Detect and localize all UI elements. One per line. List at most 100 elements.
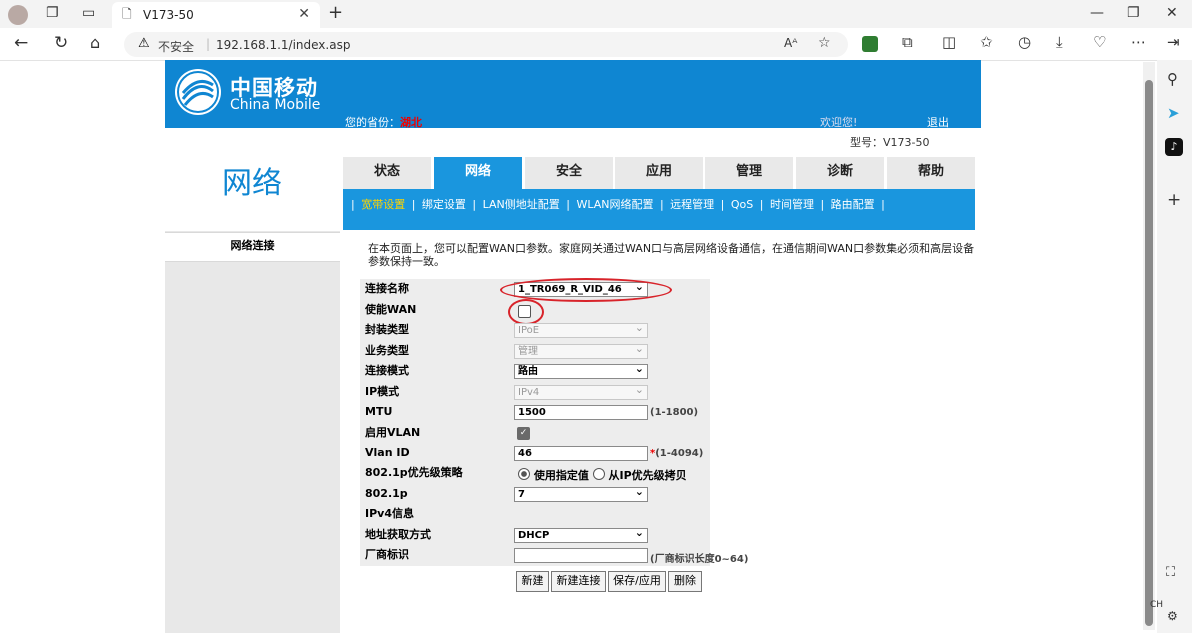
delete-button[interactable]: 删除 [668, 571, 702, 592]
welcome-text: 欢迎您! [820, 116, 858, 129]
save-apply-button[interactable]: 保存/应用 [608, 571, 666, 592]
history-icon[interactable]: ◷ [1018, 35, 1031, 50]
header-banner: 中国移动 China Mobile 您的省份：湖北 欢迎您! 退出 [165, 60, 981, 130]
vlan-label: 启用VLAN [365, 426, 421, 439]
restore-icon[interactable]: ❐ [1127, 6, 1140, 20]
subnav-broadband[interactable]: 宽带设置 [361, 198, 405, 211]
split-screen-icon[interactable]: ◫ [942, 35, 956, 50]
radio-specified-icon[interactable] [518, 468, 530, 480]
tab-actions-icon[interactable]: ▭ [82, 6, 95, 20]
section-title: 网络 [222, 166, 282, 201]
tab-title: V173-50 [143, 8, 194, 22]
encap-select[interactable]: IPoE [514, 321, 648, 338]
sidebar-item-network-connection[interactable]: 网络连接 [165, 232, 340, 262]
tab-diagnosis[interactable]: 诊断 [796, 157, 884, 189]
tab-application[interactable]: 应用 [615, 157, 703, 189]
vlanid-input[interactable]: 46 [514, 446, 648, 461]
downloads-icon[interactable]: ⤓ [1056, 35, 1063, 50]
tab-help[interactable]: 帮助 [887, 157, 975, 189]
addr-label: 地址获取方式 [365, 528, 431, 541]
vendor-label: 厂商标识 [365, 548, 409, 561]
subnav-route[interactable]: 路由配置 [831, 198, 875, 211]
ipv4-info-label: IPv4信息 [365, 507, 414, 520]
refresh-icon[interactable]: ↻ [54, 35, 68, 52]
close-window-icon[interactable]: ✕ [1166, 6, 1178, 20]
tab-security[interactable]: 安全 [525, 157, 613, 189]
customize-icon[interactable]: ⛶ [1166, 566, 1175, 579]
security-label: 不安全 [158, 40, 195, 54]
profile-avatar-icon[interactable] [8, 5, 28, 25]
vendor-hint: (厂商标识长度0~64) [650, 554, 749, 565]
subnav-binding[interactable]: 绑定设置 [422, 198, 466, 211]
scrollbar-thumb[interactable] [1145, 80, 1153, 626]
address-bar[interactable]: ⚠ 不安全 | 192.168.1.1/index.asp Aᴬ ☆ [124, 32, 848, 57]
vlanid-label: Vlan ID [365, 446, 410, 459]
radio-copy-icon[interactable] [592, 468, 605, 480]
favorite-star-icon[interactable]: ☆ [818, 36, 831, 50]
browser-tabbar: ❐ ▭ 🗋 V173-50 ✕ + — ❐ ✕ [0, 0, 1192, 28]
province-label: 您的省份：湖北 [345, 114, 422, 130]
tab-management[interactable]: 管理 [705, 157, 793, 189]
minimize-icon[interactable]: — [1090, 6, 1104, 20]
home-icon[interactable]: ⌂ [90, 35, 100, 51]
read-aloud-icon[interactable]: Aᴬ [784, 37, 797, 49]
radio-specified-label: 使用指定值 [533, 469, 589, 482]
service-select[interactable]: 管理 [514, 342, 648, 359]
tab-status[interactable]: 状态 [343, 157, 431, 189]
divider: | [206, 37, 211, 51]
annotation-oval [508, 299, 544, 325]
extension-download-icon[interactable] [862, 36, 878, 52]
ipmode-label: IP模式 [365, 385, 400, 398]
new-button[interactable]: 新建 [516, 571, 549, 592]
ipmode-select[interactable]: IPv4 [514, 383, 648, 400]
prio-radio-group: 使用指定值 从IP优先级拷贝 [518, 467, 687, 483]
subnav-time[interactable]: 时间管理 [770, 198, 814, 211]
back-icon[interactable]: ← [14, 35, 28, 52]
performance-icon[interactable]: ♡ [1093, 35, 1106, 50]
p8021-label: 802.1p [365, 487, 408, 500]
subnav-wlan[interactable]: WLAN网络配置 [576, 198, 653, 211]
vlanid-hint-text: (1-4094) [655, 448, 704, 459]
subnav-qos[interactable]: QoS [731, 198, 753, 211]
mtu-label: MTU [365, 405, 393, 418]
p8021-select[interactable]: 7 [514, 485, 648, 502]
logo-english: China Mobile [230, 97, 321, 113]
vendor-input[interactable] [514, 548, 648, 563]
page-description: 在本页面上，您可以配置WAN口参数。家庭网关通过WAN口与高层网络设备通信，在通… [368, 242, 975, 268]
page-icon: 🗋 [122, 7, 132, 21]
page-scrollbar[interactable] [1143, 62, 1155, 630]
telegram-icon[interactable]: ➤ [1167, 106, 1180, 121]
more-menu-icon[interactable]: ⋯ [1131, 35, 1146, 50]
china-mobile-logo-icon [175, 69, 221, 115]
subnav-lan[interactable]: LAN侧地址配置 [483, 198, 560, 211]
addr-select[interactable]: DHCP [514, 526, 648, 543]
province-value: 湖北 [400, 116, 422, 129]
tiktok-icon[interactable]: ♪ [1165, 138, 1183, 156]
mtu-input[interactable]: 1500 [514, 405, 648, 420]
browser-tab[interactable]: 🗋 V173-50 ✕ [112, 2, 320, 28]
settings-gear-icon[interactable]: ⚙ [1167, 610, 1178, 622]
extensions-icon[interactable]: ⧉ [902, 35, 913, 50]
sidebar-toggle-icon[interactable]: ⇥ [1167, 35, 1180, 50]
logout-link[interactable]: 退出 [927, 114, 949, 130]
collections-icon[interactable]: ❐ [46, 6, 59, 20]
sub-navigation: | 宽带设置 | 绑定设置 | LAN侧地址配置 | WLAN网络配置 | 远程… [343, 189, 975, 230]
ime-indicator: CH [1150, 600, 1164, 610]
model-label: 型号：V173-50 [850, 136, 930, 149]
vlanid-hint: *(1-4094) [650, 448, 703, 459]
encap-label: 封装类型 [365, 323, 409, 336]
mtu-hint: (1-1800) [650, 407, 699, 418]
new-tab-icon[interactable]: + [328, 4, 343, 22]
subnav-remote[interactable]: 远程管理 [670, 198, 714, 211]
edge-sidebar: ⚲ ➤ ♪ + ⛶ ⚙ [1157, 60, 1192, 633]
radio-copy-label: 从IP优先级拷贝 [608, 469, 687, 482]
favorites-icon[interactable]: ✩ [980, 35, 993, 50]
new-connection-button[interactable]: 新建连接 [551, 571, 606, 592]
conn-name-label: 连接名称 [365, 282, 409, 295]
close-tab-icon[interactable]: ✕ [298, 6, 310, 22]
mode-select[interactable]: 路由 [514, 362, 648, 379]
add-icon[interactable]: + [1167, 192, 1181, 209]
search-icon[interactable]: ⚲ [1167, 72, 1178, 87]
tab-network[interactable]: 网络 [434, 157, 522, 189]
vlan-checkbox[interactable]: ✓ [517, 427, 530, 440]
